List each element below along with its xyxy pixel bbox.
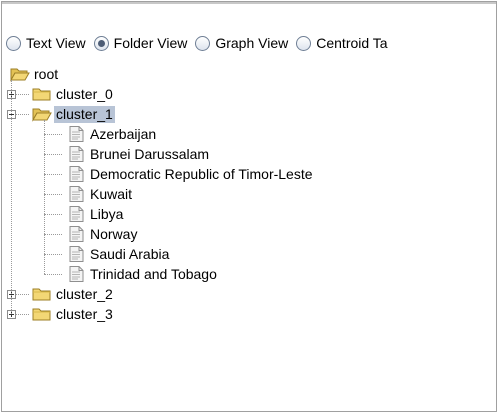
tree-node-label: Saudi Arabia — [90, 245, 170, 262]
tree-node-label: Kuwait — [90, 185, 133, 202]
tree-connector-line — [15, 314, 29, 315]
tree-node-cluster[interactable]: cluster_2 — [32, 284, 115, 304]
tree-node-label: Brunei Darussalam — [90, 145, 210, 162]
tree-node-document[interactable]: Norway — [66, 224, 139, 244]
tree-node-document[interactable]: Saudi Arabia — [66, 244, 171, 264]
tree-connector-line — [44, 194, 62, 195]
tree-node-label: Azerbaijan — [90, 125, 157, 142]
tree-node-cluster[interactable]: cluster_0 — [32, 84, 115, 104]
document-icon — [66, 246, 86, 262]
folder-icon — [32, 286, 52, 302]
tree-node-label: cluster_3 — [56, 305, 113, 322]
tree-node-document[interactable]: Brunei Darussalam — [66, 144, 211, 164]
tree-root-node[interactable]: root — [10, 64, 60, 84]
tree-connector-line — [44, 134, 62, 135]
document-icon — [66, 126, 86, 142]
tree-connector-line — [44, 214, 62, 215]
tree-node-label: cluster_0 — [56, 85, 113, 102]
cluster-tree: root cluster_0 cluster_1 Azerbaijan Brunei D… — [2, 2, 496, 411]
document-icon — [66, 266, 86, 282]
tree-node-label: Democratic Republic of Timor-Leste — [90, 165, 313, 182]
tree-node-label: cluster_2 — [56, 285, 113, 302]
tree-node-document[interactable]: Kuwait — [66, 184, 134, 204]
tree-connector-line — [44, 154, 62, 155]
tree-node-document[interactable]: Libya — [66, 204, 125, 224]
tree-connector-line — [15, 114, 29, 115]
tree-node-label: Norway — [90, 225, 138, 242]
tree-connector-line — [44, 174, 62, 175]
tree-node-document[interactable]: Trinidad and Tobago — [66, 264, 219, 284]
folder-open-icon — [10, 66, 30, 82]
document-icon — [66, 146, 86, 162]
folder-icon — [32, 306, 52, 322]
folder-view-panel: Text View Folder View Graph View Centroi… — [1, 1, 497, 412]
folder-icon — [32, 86, 52, 102]
tree-connector-line — [15, 294, 29, 295]
document-icon — [66, 226, 86, 242]
tree-connector-line — [15, 94, 29, 95]
tree-connector-line — [44, 254, 62, 255]
document-icon — [66, 206, 86, 222]
tree-connector-line — [44, 234, 62, 235]
tree-node-document[interactable]: Azerbaijan — [66, 124, 158, 144]
tree-node-label: Trinidad and Tobago — [90, 265, 217, 282]
tree-node-label: root — [34, 65, 59, 82]
tree-connector-line — [44, 120, 45, 274]
tree-node-cluster[interactable]: cluster_3 — [32, 304, 115, 324]
document-icon — [66, 166, 86, 182]
tree-node-document[interactable]: Democratic Republic of Timor-Leste — [66, 164, 315, 184]
tree-connector-line — [44, 274, 62, 275]
tree-connector-line — [11, 80, 12, 314]
document-icon — [66, 186, 86, 202]
tree-node-label: Libya — [90, 205, 124, 222]
tree-node-label: cluster_1 — [54, 105, 115, 123]
folder-open-icon — [32, 106, 52, 122]
